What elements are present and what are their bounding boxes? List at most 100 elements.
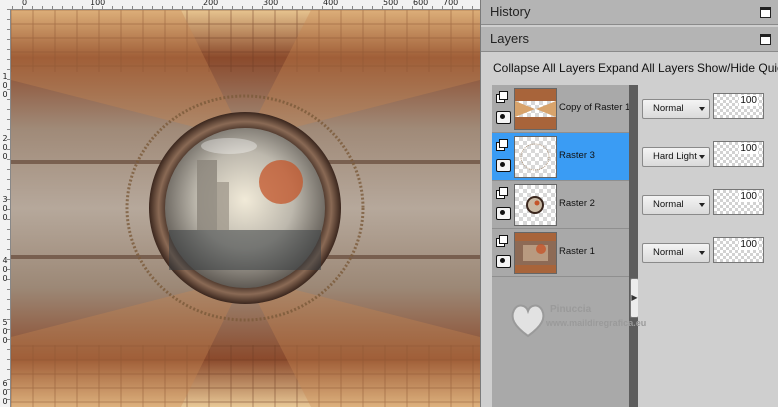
- ruler-tick: [212, 6, 213, 9]
- ruler-tick: [272, 6, 273, 9]
- ruler-tick: [292, 6, 293, 9]
- history-title: History: [490, 4, 531, 19]
- ruler-tick: [7, 59, 10, 60]
- ruler-tick: [42, 6, 43, 9]
- layer-name: Raster 2: [559, 198, 595, 209]
- ruler-v-label-400: 4: [2, 256, 8, 265]
- ruler-tick: [352, 6, 353, 9]
- visibility-eye-icon[interactable]: [496, 111, 511, 124]
- visibility-eye-icon[interactable]: [496, 159, 511, 172]
- opacity-field[interactable]: 100: [713, 93, 764, 119]
- blend-mode-select[interactable]: Normal: [642, 243, 710, 263]
- horizontal-ruler: 0 100 200 300 400 500 600 700: [0, 0, 480, 10]
- right-panel: History Layers Collapse All Layers Expan…: [480, 0, 778, 407]
- ruler-v-zero: 0: [2, 213, 8, 222]
- ruler-tick: [7, 149, 10, 150]
- thumbnail-image: [520, 143, 550, 171]
- ruler-tick: [372, 6, 373, 9]
- layer-name: Raster 1: [559, 246, 595, 257]
- layer-row-raster-2[interactable]: Raster 2: [492, 181, 629, 229]
- blend-mode-value: Normal: [653, 247, 684, 258]
- layer-properties-row: Normal 100: [638, 229, 778, 276]
- ruler-tick: [432, 6, 433, 9]
- layer-group-icon[interactable]: [496, 187, 509, 200]
- ruler-v-zero: 0: [2, 336, 8, 345]
- ruler-tick: [472, 6, 473, 9]
- ruler-tick: [282, 6, 283, 9]
- opacity-field[interactable]: 100: [713, 237, 764, 263]
- layer-group-icon[interactable]: [496, 139, 509, 152]
- restore-icon[interactable]: [760, 34, 771, 45]
- ruler-tick: [7, 379, 10, 380]
- ruler-tick: [7, 89, 10, 90]
- blend-mode-select[interactable]: Normal: [642, 195, 710, 215]
- ruler-tick: [262, 6, 263, 9]
- ruler-tick: [342, 6, 343, 9]
- ruler-label-300: 300: [263, 0, 279, 7]
- ruler-tick: [442, 6, 443, 9]
- dropdown-arrow-icon: [699, 251, 705, 255]
- collapse-all-layers-button[interactable]: Collapse All Layers: [493, 61, 595, 75]
- ruler-tick: [132, 6, 133, 9]
- opacity-field[interactable]: 100: [713, 189, 764, 215]
- ruler-tick: [452, 6, 453, 9]
- ruler-tick: [7, 239, 10, 240]
- visibility-eye-icon[interactable]: [496, 255, 511, 268]
- ruler-tick: [7, 49, 10, 50]
- ruler-tick: [462, 6, 463, 9]
- expand-all-layers-button[interactable]: Expand All Layers: [598, 61, 694, 75]
- ruler-v-label-600: 6: [2, 379, 8, 388]
- ruler-tick: [302, 6, 303, 9]
- vertical-ruler: 1 0 0 2 0 0 3 0 0 4 0 0 5 0 0 6 0 0: [0, 9, 11, 407]
- layer-thumbnail: [514, 136, 557, 178]
- layers-palette-header[interactable]: Layers: [481, 27, 778, 52]
- ruler-tick: [7, 19, 10, 20]
- layer-row-raster-3[interactable]: Raster 3: [492, 133, 629, 181]
- history-palette-header[interactable]: History: [481, 0, 778, 25]
- ruler-tick: [7, 269, 10, 270]
- layer-properties-column: Normal 100 Hard Light 100 Normal 100 Nor…: [638, 85, 778, 407]
- ruler-label-500: 500: [383, 0, 399, 7]
- ruler-tick: [7, 29, 10, 30]
- blend-mode-value: Normal: [653, 199, 684, 210]
- ruler-tick: [122, 6, 123, 9]
- dropdown-arrow-icon: [699, 203, 705, 207]
- blend-mode-value: Hard Light: [653, 151, 697, 162]
- blend-mode-select[interactable]: Hard Light: [642, 147, 710, 167]
- ruler-tick: [7, 229, 10, 230]
- ruler-tick: [102, 6, 103, 9]
- ruler-tick: [7, 249, 10, 250]
- ruler-tick: [7, 369, 10, 370]
- dropdown-arrow-icon: [699, 155, 705, 159]
- layers-title: Layers: [490, 31, 530, 46]
- layer-group-icon[interactable]: [496, 235, 509, 248]
- ruler-tick: [182, 6, 183, 9]
- ruler-tick: [142, 6, 143, 9]
- ruler-tick: [7, 99, 10, 100]
- ruler-tick: [162, 6, 163, 9]
- opacity-field[interactable]: 100: [713, 141, 764, 167]
- ruler-tick: [7, 69, 10, 70]
- artwork-image: [11, 10, 480, 407]
- layer-row-copy-of-raster-1[interactable]: Copy of Raster 1: [492, 85, 630, 133]
- ruler-tick: [7, 189, 10, 190]
- layer-list-divider[interactable]: [629, 85, 638, 407]
- layer-properties-row: Hard Light 100: [638, 133, 778, 180]
- show-hide-quick-properties-button[interactable]: Show/Hide Quic: [697, 61, 778, 75]
- ruler-tick: [322, 6, 323, 9]
- ruler-label-400: 400: [323, 0, 339, 7]
- ruler-tick: [7, 179, 10, 180]
- ruler-tick: [192, 6, 193, 9]
- ruler-tick: [7, 209, 10, 210]
- blend-mode-select[interactable]: Normal: [642, 99, 710, 119]
- image-canvas[interactable]: 0 100 200 300 400 500 600 700 1 0 0 2 0 …: [0, 0, 480, 407]
- restore-icon[interactable]: [760, 7, 771, 18]
- layer-row-raster-1[interactable]: Raster 1: [492, 229, 629, 277]
- ruler-tick: [7, 139, 10, 140]
- ruler-label-600: 600: [413, 0, 429, 7]
- visibility-eye-icon[interactable]: [496, 207, 511, 220]
- blend-mode-value: Normal: [653, 103, 684, 114]
- ruler-tick: [7, 79, 10, 80]
- layer-group-icon[interactable]: [496, 91, 509, 104]
- ruler-tick: [392, 6, 393, 9]
